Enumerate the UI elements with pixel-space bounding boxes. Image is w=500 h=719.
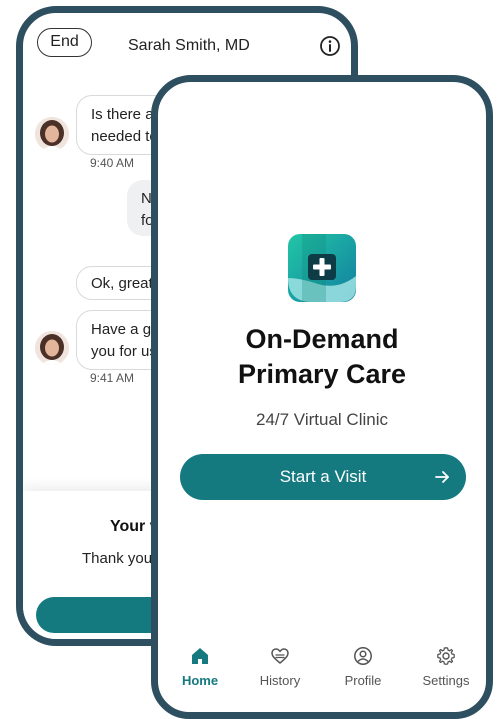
heart-history-icon	[271, 648, 289, 664]
start-visit-button[interactable]: Start a Visit	[180, 454, 466, 500]
home-icon	[192, 648, 208, 664]
tab-profile[interactable]: Profile	[323, 646, 403, 688]
app-title-line: Primary Care	[237, 359, 407, 389]
tab-bar: Home History Profile Settings	[158, 646, 486, 704]
start-visit-label: Start a Visit	[279, 467, 367, 486]
doctor-avatar	[35, 331, 69, 365]
app-title: On-Demand Primary Care	[158, 322, 486, 392]
chat-header: End Sarah Smith, MD	[23, 13, 351, 75]
arrow-right-icon	[435, 471, 449, 483]
tab-profile-label: Profile	[344, 673, 382, 688]
info-icon[interactable]	[319, 35, 341, 57]
doctor-avatar	[35, 117, 69, 151]
profile-icon	[354, 647, 372, 665]
doctor-name: Sarah Smith, MD	[128, 37, 250, 54]
app-subtitle: 24/7 Virtual Clinic	[256, 410, 388, 429]
doctor-portrait-icon	[35, 331, 69, 365]
message-timestamp: 9:40 AM	[90, 156, 135, 170]
message-timestamp: 9:41 AM	[90, 371, 135, 385]
tab-home-label: Home	[181, 673, 219, 688]
tab-history[interactable]: History	[240, 646, 320, 688]
tab-history-label: History	[259, 673, 301, 688]
home-phone: On-Demand Primary Care 24/7 Virtual Clin…	[151, 75, 493, 719]
doctor-portrait-icon	[35, 117, 69, 151]
tab-settings-label: Settings	[422, 673, 470, 688]
tab-home[interactable]: Home	[160, 646, 240, 688]
tab-settings[interactable]: Settings	[406, 646, 486, 688]
sheet-body: Thank you	[82, 550, 153, 567]
app-title-line: On-Demand	[245, 324, 399, 354]
medical-plus-icon	[288, 234, 356, 302]
end-button[interactable]: End	[37, 28, 92, 57]
gear-icon	[437, 647, 455, 665]
